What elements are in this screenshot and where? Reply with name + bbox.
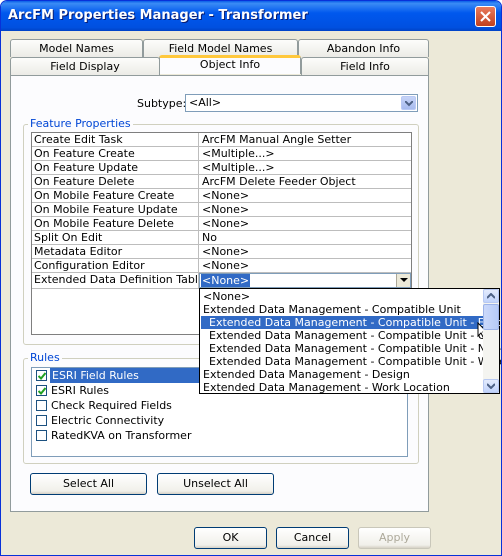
property-value[interactable]: ArcFM Delete Feeder Object (202, 175, 410, 188)
property-row[interactable]: On Feature Create <Multiple...> (32, 147, 411, 161)
subtype-select[interactable]: <All> (185, 94, 418, 112)
extended-data-dropdown-button[interactable] (396, 274, 410, 287)
rule-label: Check Required Fields (51, 399, 172, 412)
dropdown-option[interactable]: Extended Data Management - Compatible Un… (203, 303, 461, 316)
column-divider (198, 175, 199, 189)
property-row[interactable]: On Feature Update <Multiple...> (32, 161, 411, 175)
property-row[interactable]: Metadata Editor <None> (32, 245, 411, 259)
property-value[interactable]: No (202, 231, 410, 244)
property-value[interactable]: <Multiple...> (202, 147, 410, 160)
dropdown-option[interactable]: Extended Data Management - Compatible Un… (209, 342, 501, 355)
property-value[interactable]: <None> (202, 245, 410, 258)
tab-field-display[interactable]: Field Display (10, 57, 160, 75)
property-name: On Mobile Feature Update (34, 203, 178, 216)
chevron-down-icon (405, 101, 413, 107)
column-divider (198, 217, 199, 231)
column-divider (198, 203, 199, 217)
property-name: Extended Data Definition Table (34, 273, 198, 286)
extended-data-dropdown-list[interactable]: <None> Extended Data Management - Compat… (199, 288, 501, 394)
window-title: ArcFM Properties Manager - Transformer (8, 8, 308, 23)
tab-object-info[interactable]: Object Info (159, 55, 301, 74)
column-divider (198, 189, 199, 203)
properties-dialog: ArcFM Properties Manager - Transformer M… (0, 0, 502, 556)
column-divider (198, 231, 199, 245)
column-divider (198, 161, 199, 175)
rule-item[interactable]: RatedKVA on Transformer (34, 428, 407, 443)
dropdown-arrow-icon (400, 278, 408, 282)
property-value[interactable]: <None> (202, 189, 410, 202)
column-divider (198, 133, 199, 147)
property-name: On Feature Create (34, 147, 135, 160)
subtype-label: Subtype: (137, 97, 187, 110)
rule-label: ESRI Rules (51, 384, 109, 397)
rule-label: ESRI Field Rules (50, 368, 202, 383)
checkmark-icon (38, 372, 46, 380)
rule-item[interactable]: Electric Connectivity (34, 413, 407, 428)
extended-data-combo[interactable]: <None> (199, 273, 411, 288)
property-value[interactable]: ArcFM Manual Angle Setter (202, 133, 410, 146)
dropdown-scrollbar[interactable] (483, 289, 499, 393)
select-all-button[interactable]: Select All (30, 473, 147, 495)
property-value[interactable]: <Multiple...> (202, 161, 410, 174)
ok-button[interactable]: OK (194, 527, 267, 549)
property-name: Split On Edit (34, 231, 103, 244)
unselect-all-button[interactable]: Unselect All (157, 473, 274, 495)
property-row[interactable]: On Feature Delete ArcFM Delete Feeder Obj… (32, 175, 411, 189)
property-name: Configuration Editor (34, 259, 145, 272)
rule-item[interactable]: Check Required Fields (34, 398, 407, 413)
subtype-dropdown-button[interactable] (401, 96, 416, 110)
rule-checkbox[interactable] (36, 370, 47, 381)
title-bar[interactable]: ArcFM Properties Manager - Transformer (1, 1, 501, 31)
dropdown-option-selected[interactable]: Extended Data Management - Compatible Un… (201, 316, 501, 329)
column-divider (198, 245, 199, 259)
property-name: Metadata Editor (34, 245, 123, 258)
property-row[interactable]: Extended Data Definition Table <None> (32, 273, 411, 289)
close-button[interactable] (475, 6, 496, 27)
scroll-up-button[interactable] (483, 289, 499, 303)
property-row[interactable]: Create Edit Task ArcFM Manual Angle Sette… (32, 133, 411, 147)
rule-checkbox[interactable] (36, 400, 47, 411)
property-row[interactable]: On Mobile Feature Create <None> (32, 189, 411, 203)
cancel-button[interactable]: Cancel (276, 527, 349, 549)
property-value[interactable]: <None> (202, 203, 410, 216)
property-name: On Mobile Feature Create (34, 189, 175, 202)
column-divider (198, 147, 199, 161)
close-icon (480, 11, 491, 22)
property-row[interactable]: On Mobile Feature Update <None> (32, 203, 411, 217)
dropdown-option[interactable]: Extended Data Management - Work Location (203, 381, 450, 394)
rules-title: Rules (28, 351, 62, 364)
tab-model-names[interactable]: Model Names (10, 39, 143, 57)
scroll-thumb[interactable] (483, 304, 499, 330)
apply-button[interactable]: Apply (358, 527, 431, 549)
column-divider (198, 259, 199, 273)
chevron-up-icon (487, 293, 495, 299)
property-row[interactable]: On Mobile Feature Delete <None> (32, 217, 411, 231)
rule-label: Electric Connectivity (51, 414, 165, 427)
checkmark-icon (38, 387, 46, 395)
property-row[interactable]: Configuration Editor <None> (32, 259, 411, 273)
dropdown-option[interactable]: Extended Data Management - Compatible Un… (209, 329, 499, 342)
property-value[interactable]: <None> (202, 259, 410, 272)
rule-checkbox[interactable] (36, 430, 47, 441)
rule-checkbox[interactable] (36, 415, 47, 426)
property-row[interactable]: Split On Edit No (32, 231, 411, 245)
subtype-value: <All> (189, 96, 222, 109)
scroll-down-button[interactable] (483, 379, 499, 393)
property-name: On Mobile Feature Delete (34, 217, 174, 230)
feature-properties-title: Feature Properties (28, 117, 133, 130)
rule-checkbox[interactable] (36, 385, 47, 396)
property-name: Create Edit Task (34, 133, 123, 146)
tab-field-info[interactable]: Field Info (301, 57, 429, 75)
extended-data-value: <None> (201, 274, 251, 287)
tab-abandon-info[interactable]: Abandon Info (298, 39, 429, 57)
dropdown-option[interactable]: <None> (203, 290, 250, 303)
chevron-down-icon (487, 383, 495, 389)
property-value[interactable]: <None> (202, 217, 410, 230)
property-name: On Feature Delete (34, 175, 135, 188)
dropdown-option[interactable]: Extended Data Management - Design (203, 368, 410, 381)
rule-label: RatedKVA on Transformer (51, 429, 192, 442)
property-name: On Feature Update (34, 161, 139, 174)
dropdown-option[interactable]: Extended Data Management - Compatible Un… (209, 355, 501, 368)
